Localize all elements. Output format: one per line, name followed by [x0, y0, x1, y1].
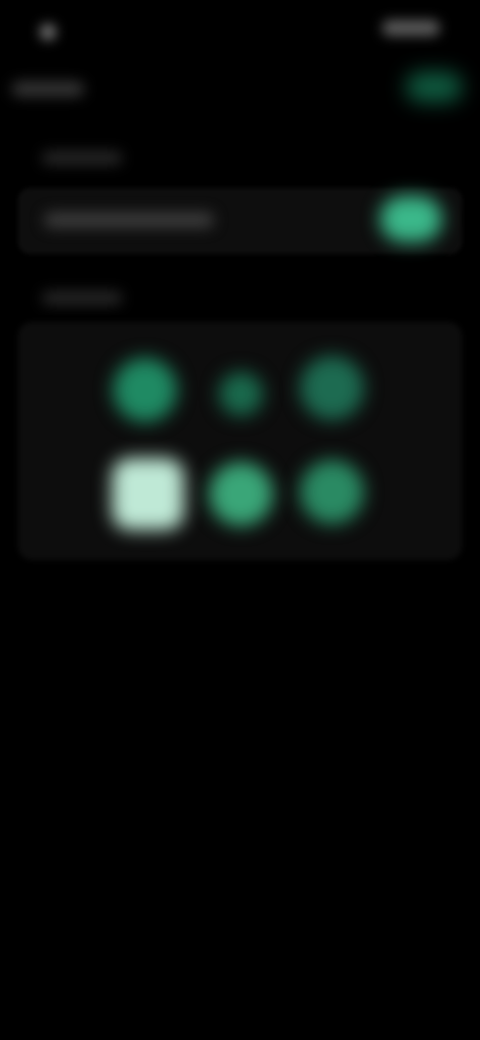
toggle-switch[interactable]: [380, 196, 442, 242]
section-label: [42, 292, 122, 304]
settings-row-label: [44, 212, 214, 228]
page-title: [12, 82, 84, 96]
grid-option-3-icon[interactable]: [300, 356, 364, 420]
battery-icon: [382, 20, 440, 36]
grid-option-6-icon[interactable]: [300, 460, 364, 524]
grid-option-2-icon[interactable]: [219, 372, 263, 416]
status-bar: [0, 0, 480, 56]
grid-option-4-selected-icon[interactable]: [112, 458, 184, 530]
grid-option-1-icon[interactable]: [113, 358, 177, 422]
status-icon: [40, 24, 56, 40]
section-label: [42, 152, 122, 164]
grid-option-5-icon[interactable]: [209, 462, 273, 526]
header: [0, 62, 480, 112]
header-action-button[interactable]: [406, 72, 462, 102]
app-screen: [0, 0, 480, 1040]
